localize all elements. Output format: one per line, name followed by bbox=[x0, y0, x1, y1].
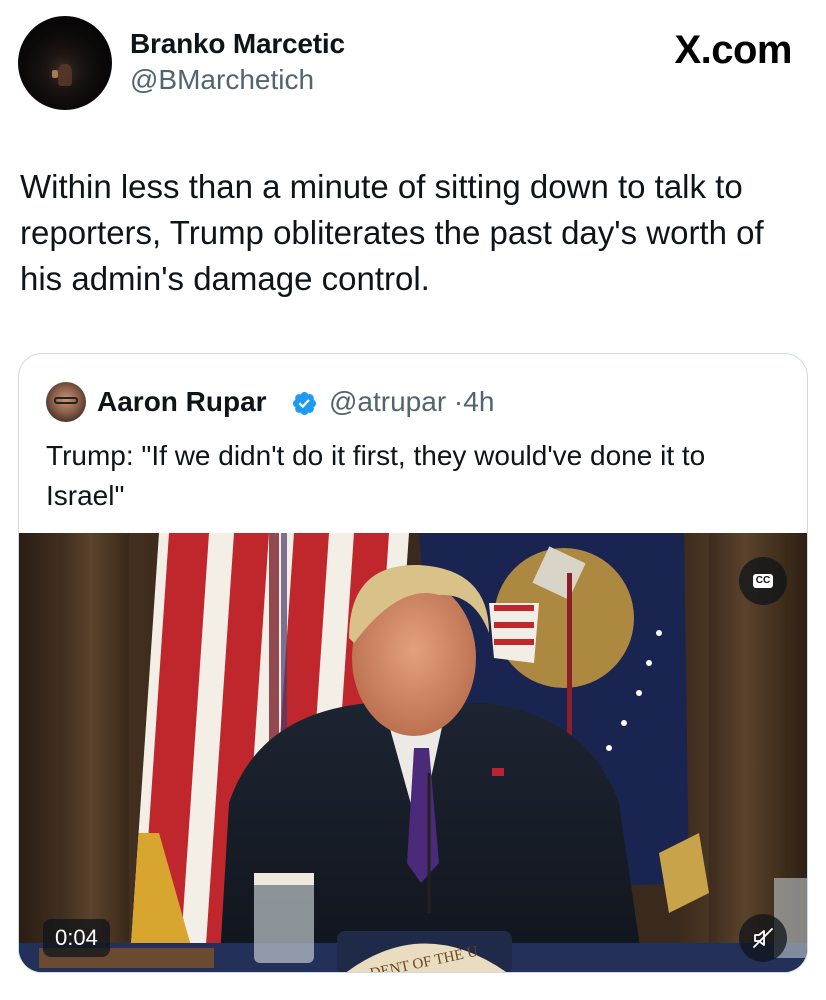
verified-badge-icon bbox=[292, 391, 317, 416]
author-avatar[interactable] bbox=[18, 16, 112, 110]
quoted-author-meta: @atrupar ·4h bbox=[329, 386, 494, 418]
video-player[interactable]: DENT OF THE U CC 0:04 bbox=[19, 533, 807, 972]
unmute-button[interactable] bbox=[739, 914, 787, 962]
quoted-tweet-text: Trump: "If we didn't do it first, they w… bbox=[46, 440, 706, 511]
video-frame: DENT OF THE U bbox=[19, 533, 807, 972]
quoted-author-avatar[interactable] bbox=[46, 382, 86, 422]
author-handle[interactable]: @BMarchetich bbox=[130, 64, 314, 96]
brand-logo-text: X.com bbox=[674, 28, 792, 72]
video-duration: 0:04 bbox=[43, 919, 110, 957]
meta-separator: · bbox=[453, 386, 464, 417]
closed-captions-icon: CC bbox=[752, 574, 774, 588]
quoted-author-handle[interactable]: @atrupar bbox=[329, 386, 446, 417]
closed-captions-button[interactable]: CC bbox=[739, 557, 787, 605]
quoted-post-time[interactable]: 4h bbox=[463, 386, 494, 417]
tweet-text: Within less than a minute of sitting dow… bbox=[20, 168, 764, 297]
muted-speaker-icon bbox=[753, 928, 773, 948]
quoted-tweet-card[interactable]: Aaron Rupar @atrupar ·4h Trump: "If we d… bbox=[18, 353, 808, 973]
quoted-author-name[interactable]: Aaron Rupar bbox=[97, 386, 267, 418]
author-name[interactable]: Branko Marcetic bbox=[130, 28, 345, 60]
